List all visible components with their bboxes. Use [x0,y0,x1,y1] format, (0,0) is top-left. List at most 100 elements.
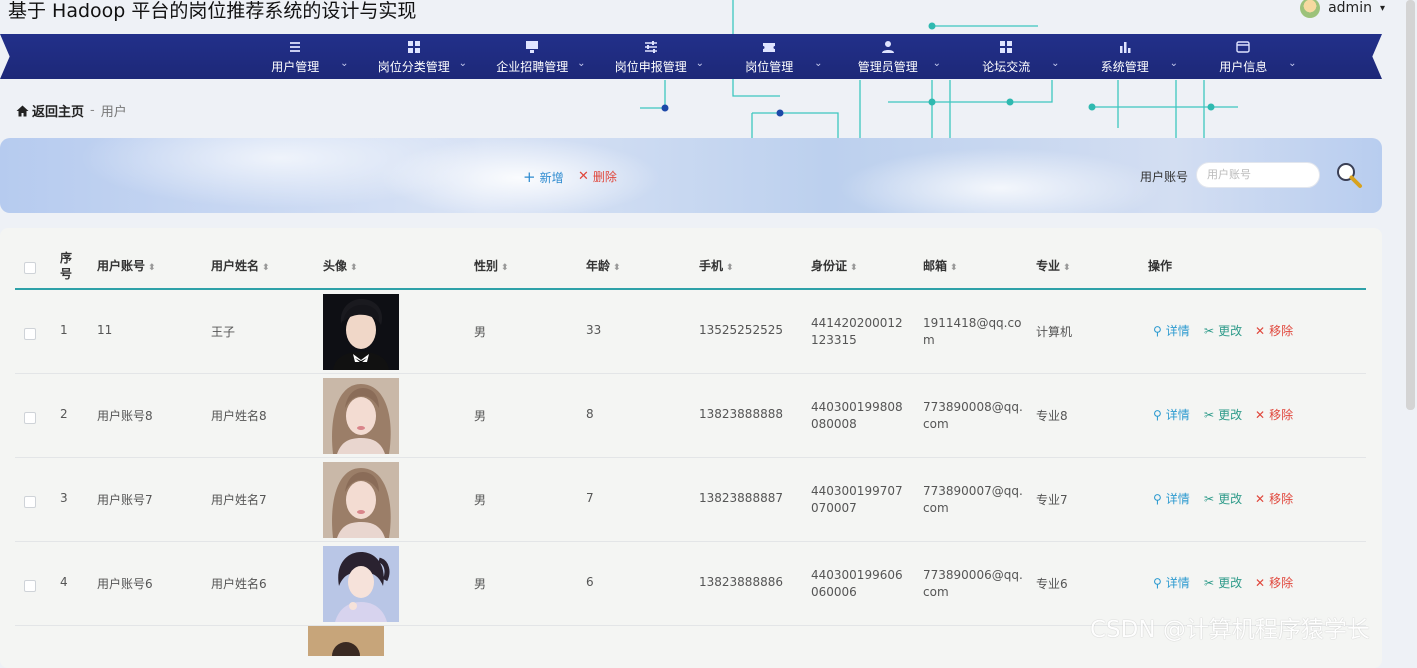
user-menu[interactable]: admin ▾ [1300,0,1385,18]
col-age[interactable]: 年龄 ⬍ [586,257,621,274]
portrait-image [308,626,384,656]
edit-label: 更改 [1218,576,1243,590]
remove-button[interactable]: ✕ 移除 [1255,490,1293,507]
avatar [308,626,384,656]
nav-item-user[interactable]: 用户管理 ⌄ [236,34,355,79]
table-row: 1 11 王子 男 33 13525252525 441420200012123… [15,290,1366,374]
search-icon[interactable] [1334,160,1364,190]
home-icon [16,105,29,116]
edit-button[interactable]: ✂ 更改 [1204,322,1242,339]
detail-icon: ⚲ [1153,407,1162,422]
cell-phone: 13823888886 [699,575,783,589]
sort-icon: ⬍ [726,263,734,273]
cell-email: 773890007@qq.com [923,484,1023,515]
cell-age: 7 [586,491,594,505]
nav-item-category[interactable]: 岗位分类管理 ⌄ [355,34,474,79]
scrollbar[interactable] [1406,0,1415,410]
nav-item-admin[interactable]: 管理员管理 ⌄ [829,34,948,79]
breadcrumb-home-link[interactable]: 返回主页 [16,101,84,120]
monitor-icon [526,41,539,53]
nav-item-apply[interactable]: 岗位申报管理 ⌄ [592,34,711,79]
portrait-image [323,462,399,538]
nav-label: 岗位管理 [745,60,794,74]
row-checkbox[interactable] [24,412,36,424]
nav-item-forum[interactable]: 论坛交流 ⌄ [947,34,1066,79]
detail-button[interactable]: ⚲ 详情 [1153,574,1190,591]
nav-item-userinfo[interactable]: 用户信息 ⌄ [1184,34,1303,79]
chevron-down-icon: ⌄ [932,58,941,69]
cell-index: 3 [60,491,68,505]
col-idcard[interactable]: 身份证 ⬍ [811,257,858,274]
col-gender[interactable]: 性别 ⬍ [474,257,509,274]
nav-label: 岗位申报管理 [614,60,687,74]
nav-item-recruit[interactable]: 企业招聘管理 ⌄ [473,34,592,79]
cell-idcard: 440300199808080008 [811,400,903,431]
edit-button[interactable]: ✂ 更改 [1204,406,1242,423]
nav-item-job[interactable]: 岗位管理 ⌄ [710,34,829,79]
col-avatar[interactable]: 头像 ⬍ [323,257,358,274]
remove-label: 移除 [1269,576,1294,590]
cell-account: 用户账号8 [97,409,153,423]
remove-button[interactable]: ✕ 移除 [1255,574,1293,591]
detail-button[interactable]: ⚲ 详情 [1153,490,1190,507]
cell-index: 2 [60,407,68,421]
cell-gender: 男 [474,409,487,423]
search-label: 用户账号 [1140,170,1189,184]
cell-name: 用户姓名7 [211,493,267,507]
col-name[interactable]: 用户姓名 ⬍ [211,257,270,274]
delete-button[interactable]: ✕ 删除 [578,168,617,185]
cell-major: 专业7 [1036,493,1068,507]
breadcrumb-separator: - [90,103,95,118]
remove-button[interactable]: ✕ 移除 [1255,322,1293,339]
portrait-image [323,378,399,454]
cell-email: 773890006@qq.com [923,568,1023,599]
nav-item-system[interactable]: 系统管理 ⌄ [1066,34,1185,79]
ticket-icon [763,43,776,52]
row-checkbox[interactable] [24,328,36,340]
cell-name: 王子 [211,325,236,339]
avatar [323,546,399,622]
nav-label: 论坛交流 [982,60,1031,74]
col-avatar-label: 头像 [323,259,348,273]
cell-age: 8 [586,407,594,421]
detail-button[interactable]: ⚲ 详情 [1153,322,1190,339]
nav-label: 企业招聘管理 [496,60,569,74]
col-ops: 操作 [1148,259,1173,273]
portrait-image [323,294,399,370]
col-major[interactable]: 专业 ⬍ [1036,257,1071,274]
cell-email: 773890008@qq.com [923,400,1023,431]
edit-icon: ✂ [1204,323,1215,338]
nav-label: 用户信息 [1219,60,1268,74]
close-icon: ✕ [1255,407,1266,422]
col-account[interactable]: 用户账号 ⬍ [97,257,156,274]
remove-button[interactable]: ✕ 移除 [1255,406,1293,423]
select-all-checkbox[interactable] [24,262,36,274]
col-email[interactable]: 邮箱 ⬍ [923,257,958,274]
avatar [323,378,399,454]
close-icon: ✕ [1255,491,1266,506]
detail-label: 详情 [1165,324,1190,338]
cell-major: 计算机 [1036,325,1073,339]
chevron-down-icon: ⌄ [814,58,823,69]
col-phone[interactable]: 手机 ⬍ [699,257,734,274]
data-table: 序号 用户账号 ⬍ 用户姓名 ⬍ 头像 ⬍ 性别 ⬍ 年龄 ⬍ 手机 ⬍ 身份证 ⬍ 邮箱 ⬍ … [0,228,1382,668]
row-checkbox[interactable] [24,580,36,592]
edit-button[interactable]: ✂ 更改 [1204,574,1242,591]
cell-account: 11 [97,323,113,337]
add-label: 新增 [539,170,564,185]
cell-index: 4 [60,575,68,589]
add-button[interactable]: + 新增 [523,168,564,186]
cell-idcard: 440300199606060006 [811,568,903,599]
chevron-down-icon: ⌄ [458,58,467,69]
cell-idcard: 440300199707070007 [811,484,903,515]
row-checkbox[interactable] [24,496,36,508]
avatar [323,294,399,370]
search-input[interactable] [1196,162,1320,188]
cell-major: 专业8 [1036,409,1068,423]
delete-label: 删除 [592,170,617,184]
edit-icon: ✂ [1204,407,1215,422]
avatar [323,462,399,538]
edit-button[interactable]: ✂ 更改 [1204,490,1242,507]
detail-button[interactable]: ⚲ 详情 [1153,406,1190,423]
card-icon [1236,41,1250,53]
